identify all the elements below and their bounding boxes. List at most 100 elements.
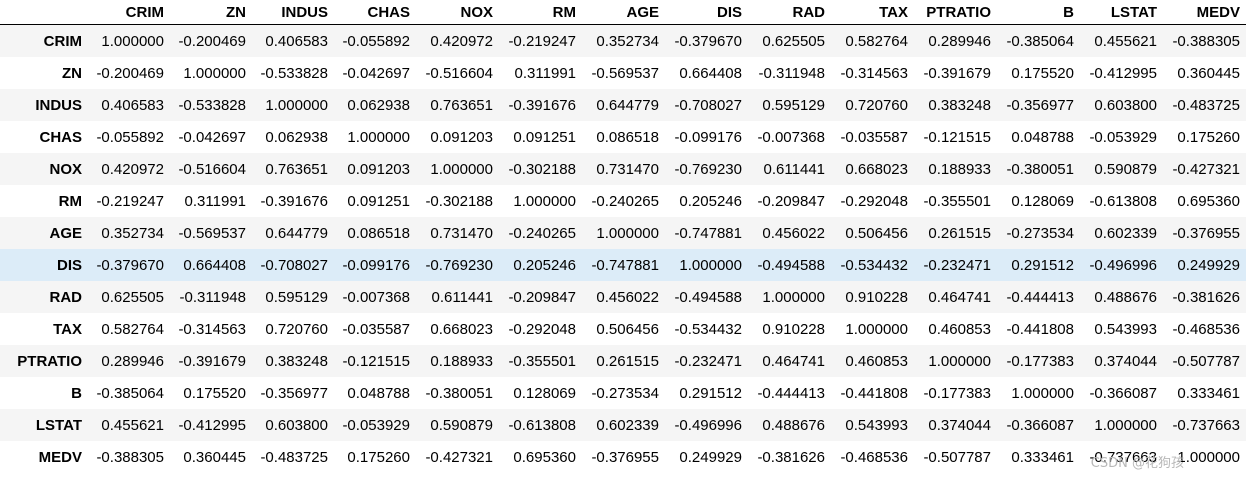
table-cell: -0.381626: [757, 448, 825, 466]
table-cell: -0.391676: [508, 96, 576, 114]
row-index-label: TAX: [53, 320, 82, 338]
table-cell: 0.543993: [845, 416, 908, 434]
table-cell: 0.086518: [347, 224, 410, 242]
table-cell: 0.261515: [596, 352, 659, 370]
table-cell: 0.261515: [928, 224, 991, 242]
table-cell: 0.420972: [101, 160, 164, 178]
table-row[interactable]: ZN -0.200469 1.000000 -0.533828 -0.042697 -0.…: [0, 57, 1246, 89]
table-cell: -0.055892: [96, 128, 164, 146]
table-row[interactable]: NOX 0.420972 -0.516604 0.763651 0.091203 1.00…: [0, 153, 1246, 185]
table-cell: 0.595129: [265, 288, 328, 306]
table-row[interactable]: CHAS -0.055892 -0.042697 0.062938 1.000000 0.…: [0, 121, 1246, 153]
table-cell: -0.769230: [674, 160, 742, 178]
table-row[interactable]: PTRATIO 0.289946 -0.391679 0.383248 -0.12151…: [0, 345, 1246, 377]
table-row[interactable]: AGE 0.352734 -0.569537 0.644779 0.086518 0.73…: [0, 217, 1246, 249]
table-cell: 0.668023: [430, 320, 493, 338]
column-header: DIS: [665, 0, 748, 25]
table-cell: -0.121515: [923, 128, 991, 146]
table-cell: -0.355501: [508, 352, 576, 370]
table-cell: -0.035587: [342, 320, 410, 338]
column-header: RAD: [748, 0, 831, 25]
table-row[interactable]: LSTAT 0.455621 -0.412995 0.603800 -0.053929 0…: [0, 409, 1246, 441]
table-cell: 0.455621: [1094, 32, 1157, 50]
table-cell: -0.053929: [1089, 128, 1157, 146]
table-cell: 0.205246: [513, 256, 576, 274]
row-index-label: AGE: [49, 224, 82, 242]
table-row[interactable]: MEDV -0.388305 0.360445 -0.483725 0.175260 -0…: [0, 441, 1246, 473]
table-cell: -0.533828: [260, 64, 328, 82]
table-cell: -0.534432: [674, 320, 742, 338]
table-cell: -0.385064: [96, 384, 164, 402]
table-row[interactable]: DIS -0.379670 0.664408 -0.708027 -0.099176 -0…: [0, 249, 1246, 281]
table-cell: -0.444413: [1006, 288, 1074, 306]
table-body: CRIM 1.000000 -0.200469 0.406583 -0.055892 0.…: [0, 24, 1246, 473]
table-cell: 0.360445: [1177, 64, 1240, 82]
table-cell: 0.720760: [265, 320, 328, 338]
table-cell: -0.483725: [1172, 96, 1240, 114]
table-cell: -0.391679: [178, 352, 246, 370]
table-cell: -0.219247: [508, 32, 576, 50]
table-cell: -0.494588: [674, 288, 742, 306]
table-cell: 0.128069: [513, 384, 576, 402]
table-cell: -0.292048: [840, 192, 908, 210]
table-cell: -0.412995: [178, 416, 246, 434]
table-cell: -0.569537: [591, 64, 659, 82]
table-cell: -0.240265: [591, 192, 659, 210]
row-index-label: RM: [58, 192, 82, 210]
table-cell: 1.000000: [596, 224, 659, 242]
row-index-label: RAD: [49, 288, 83, 306]
table-cell: -0.311948: [758, 64, 825, 82]
table-cell: 0.311991: [184, 192, 246, 210]
table-cell: -0.042697: [342, 64, 410, 82]
table-cell: 0.062938: [347, 96, 410, 114]
table-cell: -0.376955: [1172, 224, 1240, 242]
row-index-label: INDUS: [35, 96, 82, 114]
correlation-table: CRIM ZN INDUS CHAS NOX RM AGE DIS RAD TAX PTRATIO B…: [0, 0, 1246, 473]
table-cell: 0.374044: [928, 416, 991, 434]
table-row[interactable]: RM -0.219247 0.311991 -0.391676 0.091251 -0.3…: [0, 185, 1246, 217]
table-cell: -0.007368: [757, 128, 825, 146]
table-row[interactable]: TAX 0.582764 -0.314563 0.720760 -0.035587 0.6…: [0, 313, 1246, 345]
table-row[interactable]: CRIM 1.000000 -0.200469 0.406583 -0.055892 0.…: [0, 24, 1246, 57]
table-cell: -0.121515: [342, 352, 410, 370]
table-cell: -0.516604: [425, 64, 493, 82]
table-cell: 0.175260: [1177, 128, 1240, 146]
table-cell: 0.406583: [101, 96, 164, 114]
table-cell: 1.000000: [430, 160, 493, 178]
table-row[interactable]: B -0.385064 0.175520 -0.356977 0.048788 -0.38…: [0, 377, 1246, 409]
table-cell: 0.603800: [265, 416, 328, 434]
table-cell: -0.494588: [757, 256, 825, 274]
column-header: TAX: [831, 0, 914, 25]
index-header-cell: [0, 0, 88, 25]
row-index-label: ZN: [62, 64, 82, 82]
table-cell: 0.456022: [762, 224, 825, 242]
table-cell: 1.000000: [1011, 384, 1074, 402]
table-cell: 0.352734: [101, 224, 164, 242]
table-cell: 0.668023: [845, 160, 908, 178]
table-cell: -0.427321: [1172, 160, 1240, 178]
table-cell: -0.366087: [1089, 384, 1157, 402]
table-cell: -0.273534: [591, 384, 659, 402]
table-cell: 1.000000: [265, 96, 328, 114]
table-cell: -0.385064: [1006, 32, 1074, 50]
table-cell: -0.209847: [508, 288, 576, 306]
table-cell: 0.763651: [430, 96, 493, 114]
table-cell: 0.289946: [101, 352, 164, 370]
table-cell: -0.314563: [840, 64, 908, 82]
table-row[interactable]: INDUS 0.406583 -0.533828 1.000000 0.062938 0.…: [0, 89, 1246, 121]
table-cell: -0.533828: [178, 96, 246, 114]
table-cell: 0.175520: [1011, 64, 1074, 82]
table-cell: 0.249929: [1177, 256, 1240, 274]
table-cell: -0.053929: [342, 416, 410, 434]
table-row[interactable]: RAD 0.625505 -0.311948 0.595129 -0.007368 0.6…: [0, 281, 1246, 313]
table-cell: -0.412995: [1089, 64, 1157, 82]
table-cell: -0.496996: [1089, 256, 1157, 274]
table-cell: 0.291512: [679, 384, 742, 402]
table-cell: -0.042697: [178, 128, 246, 146]
table-cell: -0.468536: [1172, 320, 1240, 338]
table-cell: -0.355501: [923, 192, 991, 210]
table-cell: 0.456022: [596, 288, 659, 306]
table-cell: 0.695360: [1177, 192, 1240, 210]
table-cell: 0.383248: [928, 96, 991, 114]
table-cell: -0.311948: [179, 288, 246, 306]
